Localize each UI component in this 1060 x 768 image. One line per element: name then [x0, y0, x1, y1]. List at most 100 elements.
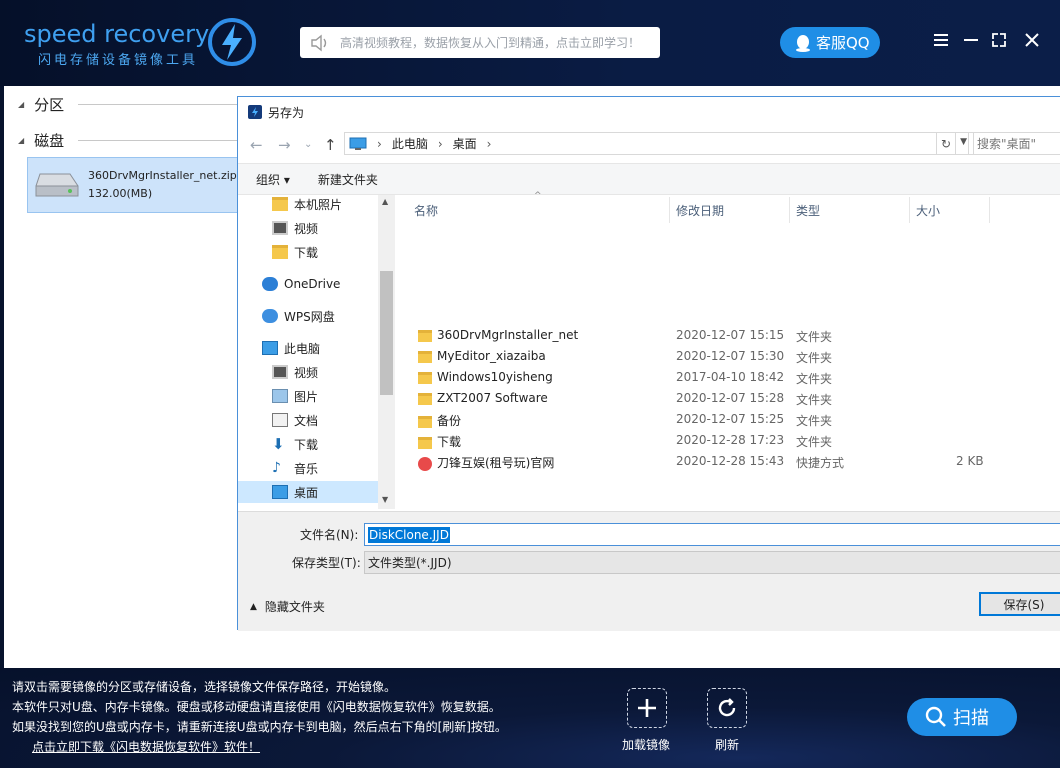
chevron-up-icon: ▲ [250, 601, 257, 612]
breadcrumb-item[interactable]: 桌面 [453, 135, 477, 152]
nav-item-label: 此电脑 [284, 341, 321, 356]
folder-icon [418, 329, 432, 342]
disk-size: 132.00(MB) [88, 187, 153, 200]
table-row[interactable]: 360DrvMgrInstaller_net 2020-12-07 15:15 文件… [396, 325, 1060, 346]
scan-button[interactable]: 扫描 [907, 698, 1017, 736]
nav-scrollbar[interactable]: ▲ ▼ [378, 195, 395, 509]
qq-icon [796, 34, 810, 52]
nav-item[interactable]: 视频 [272, 361, 318, 383]
file-list: 名称 ^ 修改日期 类型 大小 360DrvMgrInstaller_net 20… [396, 191, 1060, 509]
file-date: 2020-12-07 15:15 [676, 328, 785, 342]
nav-item-label: 下载 [294, 245, 319, 260]
partition-section[interactable]: ◢ 分区 [18, 94, 64, 115]
app-logo-text: speed recovery [24, 20, 210, 48]
divider [78, 104, 238, 105]
divider [78, 140, 238, 141]
scroll-thumb[interactable] [380, 271, 393, 395]
nav-item[interactable]: ♪ 音乐 [272, 457, 318, 479]
filetype-label: 保存类型(T): [292, 556, 361, 570]
nav-item[interactable]: 视频 [272, 217, 318, 239]
nav-item[interactable]: OneDrive [262, 273, 340, 295]
back-arrow-icon[interactable]: ← [250, 136, 263, 154]
new-folder-button[interactable]: 新建文件夹 [318, 171, 378, 188]
filename-input[interactable]: DiskClone.JJD [364, 523, 1060, 546]
file-name: Windows10yisheng [437, 370, 553, 384]
notice-bar[interactable]: 高清视频教程，数据恢复从入门到精通，点击立即学习！ [300, 27, 660, 58]
nav-item[interactable]: 此电脑 [262, 337, 320, 359]
nav-item-label: 视频 [294, 365, 319, 380]
folder-icon [418, 436, 432, 449]
folder-icon [418, 392, 432, 405]
table-row[interactable]: 刀锋互娱(租号玩)官网 2020-12-28 15:43 快捷方式 2 KB [396, 451, 1060, 472]
file-type: 文件夹 [796, 372, 833, 386]
file-name: 下载 [437, 435, 462, 449]
download-link[interactable]: 点击立即下载《闪电数据恢复软件》软件！ [32, 738, 260, 755]
column-header-size[interactable]: 大小 [916, 197, 990, 223]
dialog-bottom: 文件名(N): DiskClone.JJD 保存类型(T): 文件类型(*.JJ… [238, 511, 1060, 631]
refresh-icon [718, 698, 736, 717]
partition-label: 分区 [34, 96, 65, 114]
shortcut-icon [418, 456, 432, 471]
footer: 请双击需要镜像的分区或存储设备，选择镜像文件保存路径，开始镜像。 本软件只对U盘… [0, 668, 1060, 768]
table-row[interactable]: ZXT2007 Software 2020-12-07 15:28 文件夹 [396, 388, 1060, 409]
column-header-type[interactable]: 类型 [796, 197, 910, 223]
column-header-date[interactable]: 修改日期 [676, 197, 790, 223]
disk-label: 磁盘 [34, 132, 65, 150]
nav-item-label: 本机照片 [294, 197, 343, 212]
organize-button[interactable]: 组织 ▾ [256, 171, 290, 188]
nav-item[interactable]: WPS网盘 [262, 305, 335, 327]
menu-icon[interactable] [931, 30, 951, 50]
address-row: ← → ⌄ ↑ › 此电脑 › 桌面 › ▼ ↻ 搜索"桌面" [238, 129, 1060, 159]
filename-label: 文件名(N): [300, 528, 359, 542]
scroll-up-icon[interactable]: ▲ [382, 197, 388, 206]
up-arrow-icon[interactable]: ↑ [324, 136, 337, 154]
hard-drive-icon [35, 173, 79, 197]
nav-item[interactable]: 本机照片 [272, 193, 342, 215]
computer-icon [349, 137, 367, 150]
address-bar[interactable]: › 此电脑 › 桌面 › ▼ [344, 132, 974, 155]
nav-item-label: 下载 [294, 437, 319, 452]
maximize-icon[interactable] [989, 30, 1009, 50]
nav-item-label: 视频 [294, 221, 319, 236]
minimize-icon[interactable] [961, 30, 981, 50]
disk-item[interactable]: 360DrvMgrInstaller_net.zip 132.00(MB) [27, 157, 239, 213]
column-header-name[interactable]: 名称 [414, 197, 670, 223]
qq-support-button[interactable]: 客服QQ [780, 27, 880, 58]
load-image-button[interactable] [627, 688, 667, 728]
file-date: 2020-12-28 15:43 [676, 454, 785, 468]
table-row[interactable]: Windows10yisheng 2017-04-10 18:42 文件夹 [396, 367, 1060, 388]
file-name: ZXT2007 Software [437, 391, 548, 405]
table-row[interactable]: MyEditor_xiazaiba 2020-12-07 15:30 文件夹 [396, 346, 1060, 367]
file-date: 2020-12-07 15:25 [676, 412, 785, 426]
recent-dropdown-icon[interactable]: ⌄ [304, 139, 312, 150]
file-date: 2020-12-07 15:28 [676, 391, 785, 405]
filetype-select[interactable]: 文件类型(*.JJD) [364, 551, 1060, 574]
nav-item[interactable]: 文档 [272, 409, 318, 431]
file-type: 快捷方式 [796, 456, 845, 470]
nav-item-label: 音乐 [294, 461, 319, 476]
save-as-dialog: 另存为 ← → ⌄ ↑ › 此电脑 › 桌面 › ▼ ↻ 搜索"桌面" 组织 ▾… [237, 96, 1060, 631]
table-row[interactable]: 下载 2020-12-28 17:23 文件夹 [396, 430, 1060, 451]
search-input[interactable]: 搜索"桌面" [968, 132, 1060, 155]
save-button[interactable]: 保存(S) [979, 592, 1060, 616]
forward-arrow-icon[interactable]: → [278, 136, 291, 154]
close-icon[interactable] [1022, 30, 1042, 50]
breadcrumb-item[interactable]: 此电脑 [392, 135, 428, 152]
file-type: 文件夹 [796, 414, 833, 428]
nav-item-selected[interactable]: 桌面 [238, 481, 378, 503]
file-date: 2020-12-07 15:30 [676, 349, 785, 363]
folder-icon [272, 245, 288, 259]
nav-item[interactable]: ⬇ 下载 [272, 433, 318, 455]
scroll-down-icon[interactable]: ▼ [382, 495, 388, 504]
nav-item[interactable]: 图片 [272, 385, 318, 407]
nav-item[interactable]: 下载 [272, 241, 318, 263]
video-icon [272, 221, 288, 235]
hide-folders-toggle[interactable]: ▲ 隐藏文件夹 [250, 598, 325, 615]
refresh-button[interactable] [707, 688, 747, 728]
refresh-icon[interactable]: ↻ [936, 132, 956, 155]
chevron-down-icon[interactable]: ▼ [960, 137, 967, 147]
table-row[interactable]: 备份 2020-12-07 15:25 文件夹 [396, 409, 1060, 430]
disk-section[interactable]: ◢ 磁盘 [18, 130, 64, 151]
disk-name: 360DrvMgrInstaller_net.zip [88, 169, 237, 182]
search-icon [925, 706, 946, 727]
